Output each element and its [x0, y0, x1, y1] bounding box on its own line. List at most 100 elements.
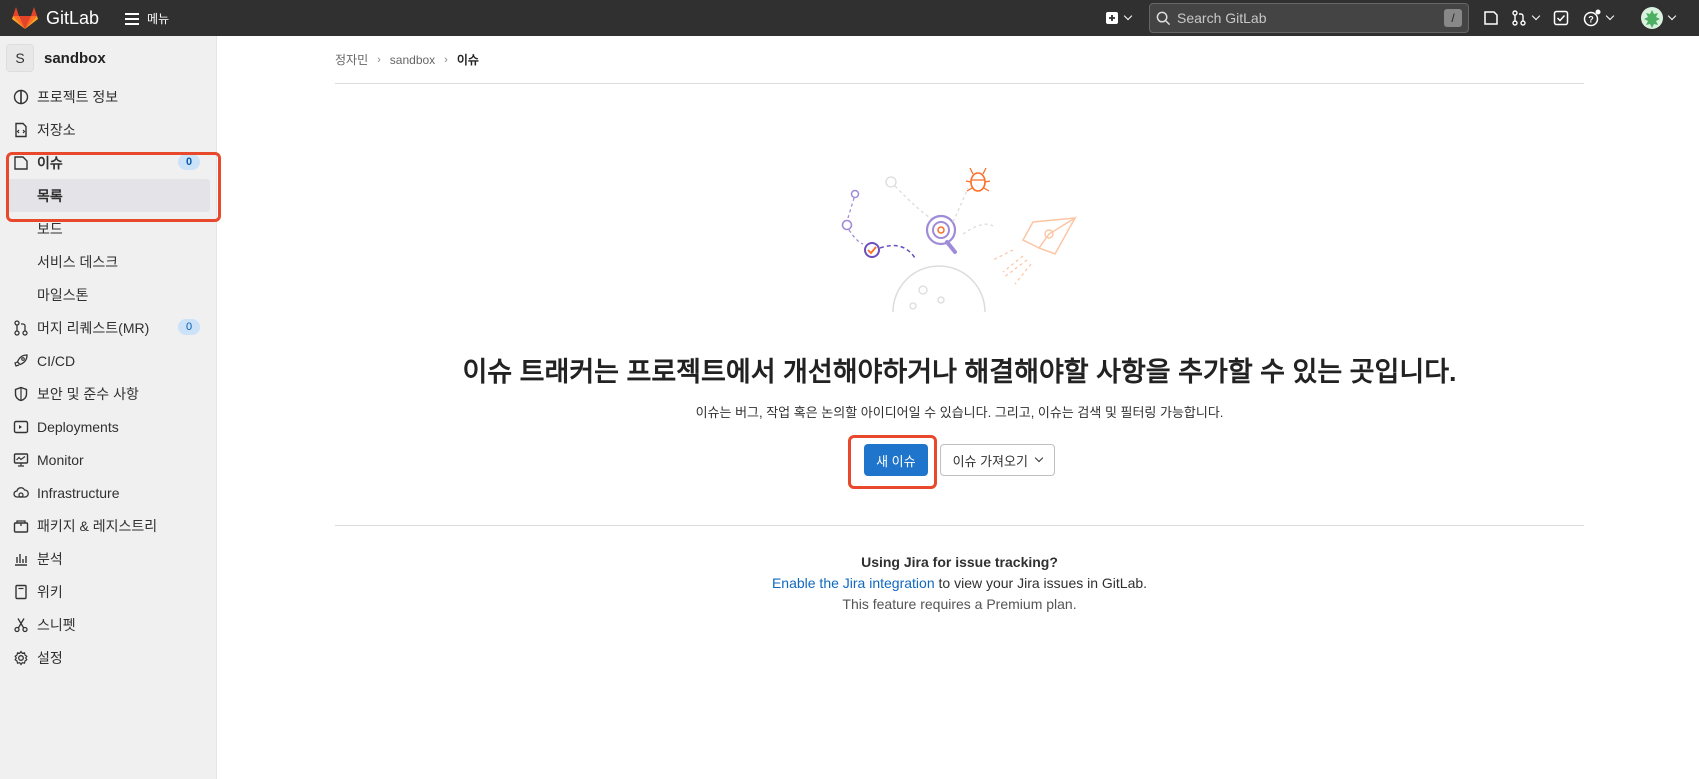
chart-icon [13, 551, 29, 567]
sidebar-item-label: 이슈 [37, 154, 63, 171]
sidebar-item-label: Infrastructure [37, 484, 120, 501]
search-input[interactable] [1177, 10, 1444, 26]
sidebar-item-security[interactable]: 보안 및 준수 사항 [0, 377, 216, 410]
new-issue-button[interactable]: 새 이슈 [864, 444, 928, 476]
issues-count-badge: 0 [178, 154, 200, 170]
chevron-right-icon: › [444, 53, 448, 66]
sidebar-item-settings[interactable]: 설정 [0, 641, 216, 674]
sidebar-item-label: 패키지 & 레지스트리 [37, 517, 158, 534]
sidebar-item-cicd[interactable]: CI/CD [0, 344, 216, 377]
sidebar-subitem-list[interactable]: 목록 [6, 179, 210, 212]
plus-square-icon [1106, 12, 1118, 24]
sidebar-item-label: 보드 [37, 220, 63, 237]
gear-icon [13, 649, 29, 666]
sidebar-item-label: 스니펫 [37, 616, 76, 633]
merge-request-icon [13, 319, 29, 336]
sidebar-item-label: Monitor [37, 451, 84, 468]
todo-check-icon [1553, 10, 1569, 26]
sidebar-item-analytics[interactable]: 분석 [0, 542, 216, 575]
issues-shortcut[interactable] [1483, 5, 1499, 31]
sidebar-subitem-service-desk[interactable]: 서비스 데스크 [0, 245, 216, 278]
sidebar-item-label: 프로젝트 정보 [37, 88, 119, 105]
sidebar-item-infrastructure[interactable]: Infrastructure [0, 476, 216, 509]
issues-icon [1484, 11, 1498, 25]
merge-requests-dropdown[interactable] [1511, 5, 1541, 31]
avatar [1641, 7, 1663, 29]
search-shortcut-hint: / [1444, 9, 1462, 27]
sidebar-item-deployments[interactable]: Deployments [0, 410, 216, 443]
chevron-down-icon [1034, 453, 1044, 463]
sidebar-item-label: Deployments [37, 418, 119, 435]
divider [335, 525, 1584, 526]
import-issues-dropdown[interactable]: 이슈 가져오기 [939, 444, 1055, 476]
project-name: sandbox [44, 49, 106, 67]
user-menu-dropdown[interactable] [1641, 5, 1677, 31]
help-question-icon: ? [1583, 9, 1601, 27]
project-info-icon [13, 89, 29, 105]
sidebar-item-label: 보안 및 준수 사항 [37, 385, 139, 402]
issues-icon [13, 155, 29, 171]
breadcrumb: 정자민 › sandbox › 이슈 [335, 36, 1584, 84]
deployments-icon [13, 419, 29, 435]
project-header[interactable]: S sandbox [0, 36, 216, 80]
gitlab-home-link[interactable]: GitLab [12, 6, 99, 30]
hamburger-icon [125, 12, 140, 25]
main-content: 정자민 › sandbox › 이슈 이슈 트래커는 프로젝트에서 개선해야하거… [335, 36, 1584, 779]
merge-request-icon [1512, 10, 1526, 26]
rocket-icon [13, 353, 29, 369]
shield-icon [13, 386, 29, 402]
sidebar-item-label: 마일스톤 [37, 286, 89, 303]
sidebar-subitem-boards[interactable]: 보드 [0, 212, 216, 245]
sidebar-item-snippets[interactable]: 스니펫 [0, 608, 216, 641]
help-dropdown[interactable]: ? [1583, 5, 1615, 31]
gitlab-wordmark: GitLab [46, 7, 100, 28]
chevron-right-icon: › [377, 53, 381, 66]
main-menu-button[interactable]: 메뉴 [125, 10, 169, 27]
sidebar-item-packages[interactable]: 패키지 & 레지스트리 [0, 509, 216, 542]
gitlab-logo-icon [12, 7, 38, 29]
sidebar-item-label: 위키 [37, 583, 63, 600]
issues-empty-state-illustration [841, 167, 1078, 312]
book-icon [13, 584, 29, 600]
breadcrumb-project[interactable]: sandbox [390, 53, 435, 67]
sidebar-item-repository[interactable]: 저장소 [0, 113, 216, 146]
svg-text:?: ? [1588, 15, 1594, 25]
merge-requests-count-badge: 0 [178, 319, 200, 335]
todos-shortcut[interactable] [1553, 5, 1569, 31]
sidebar-item-monitor[interactable]: Monitor [0, 443, 216, 476]
sidebar-item-label: CI/CD [37, 352, 76, 369]
top-navbar: GitLab 메뉴 / ? [0, 0, 1699, 36]
repository-icon [13, 122, 29, 138]
jira-integration-promo: Using Jira for issue tracking? Enable th… [335, 552, 1584, 615]
sidebar-item-label: 분석 [37, 550, 63, 567]
sidebar-item-merge-requests[interactable]: 머지 리퀘스트(MR) 0 [0, 311, 216, 344]
sidebar-item-label: 목록 [37, 187, 63, 204]
new-item-dropdown[interactable] [1105, 5, 1133, 31]
sidebar-item-wiki[interactable]: 위키 [0, 575, 216, 608]
project-avatar: S [6, 44, 34, 72]
search-bar[interactable]: / [1149, 3, 1469, 33]
monitor-icon [13, 452, 29, 468]
sidebar-item-label: 서비스 데스크 [37, 253, 119, 270]
breadcrumb-user[interactable]: 정자민 [335, 51, 368, 68]
empty-state-title: 이슈 트래커는 프로젝트에서 개선해야하거나 해결해야할 사항을 추가할 수 있… [462, 357, 1457, 387]
jira-description: to view your Jira issues in GitLab. [934, 575, 1148, 591]
enable-jira-integration-link[interactable]: Enable the Jira integration [772, 575, 935, 591]
sidebar-subitem-milestones[interactable]: 마일스톤 [0, 278, 216, 311]
sidebar-item-label: 저장소 [37, 121, 76, 138]
sidebar-item-label: 설정 [37, 649, 63, 666]
project-sidebar: S sandbox 프로젝트 정보 저장소 이슈 0 목록 보드 서비스 데스크… [0, 36, 221, 779]
menu-label: 메뉴 [147, 11, 170, 26]
premium-note: This feature requires a Premium plan. [842, 596, 1077, 612]
sidebar-item-project-info[interactable]: 프로젝트 정보 [0, 80, 216, 113]
empty-state-actions: 새 이슈 이슈 가져오기 [335, 444, 1584, 476]
search-icon [1156, 11, 1171, 25]
breadcrumb-current: 이슈 [456, 53, 479, 67]
cloud-gear-icon [13, 485, 29, 501]
empty-state-description: 이슈는 버그, 작업 혹은 논의할 아이디어일 수 있습니다. 그리고, 이슈는… [695, 405, 1224, 420]
sidebar-item-label: 머지 리퀘스트(MR) [37, 319, 150, 336]
package-icon [13, 518, 29, 534]
scissors-icon [13, 617, 29, 633]
sidebar-item-issues[interactable]: 이슈 0 [0, 146, 216, 179]
jira-question: Using Jira for issue tracking? [861, 554, 1058, 570]
